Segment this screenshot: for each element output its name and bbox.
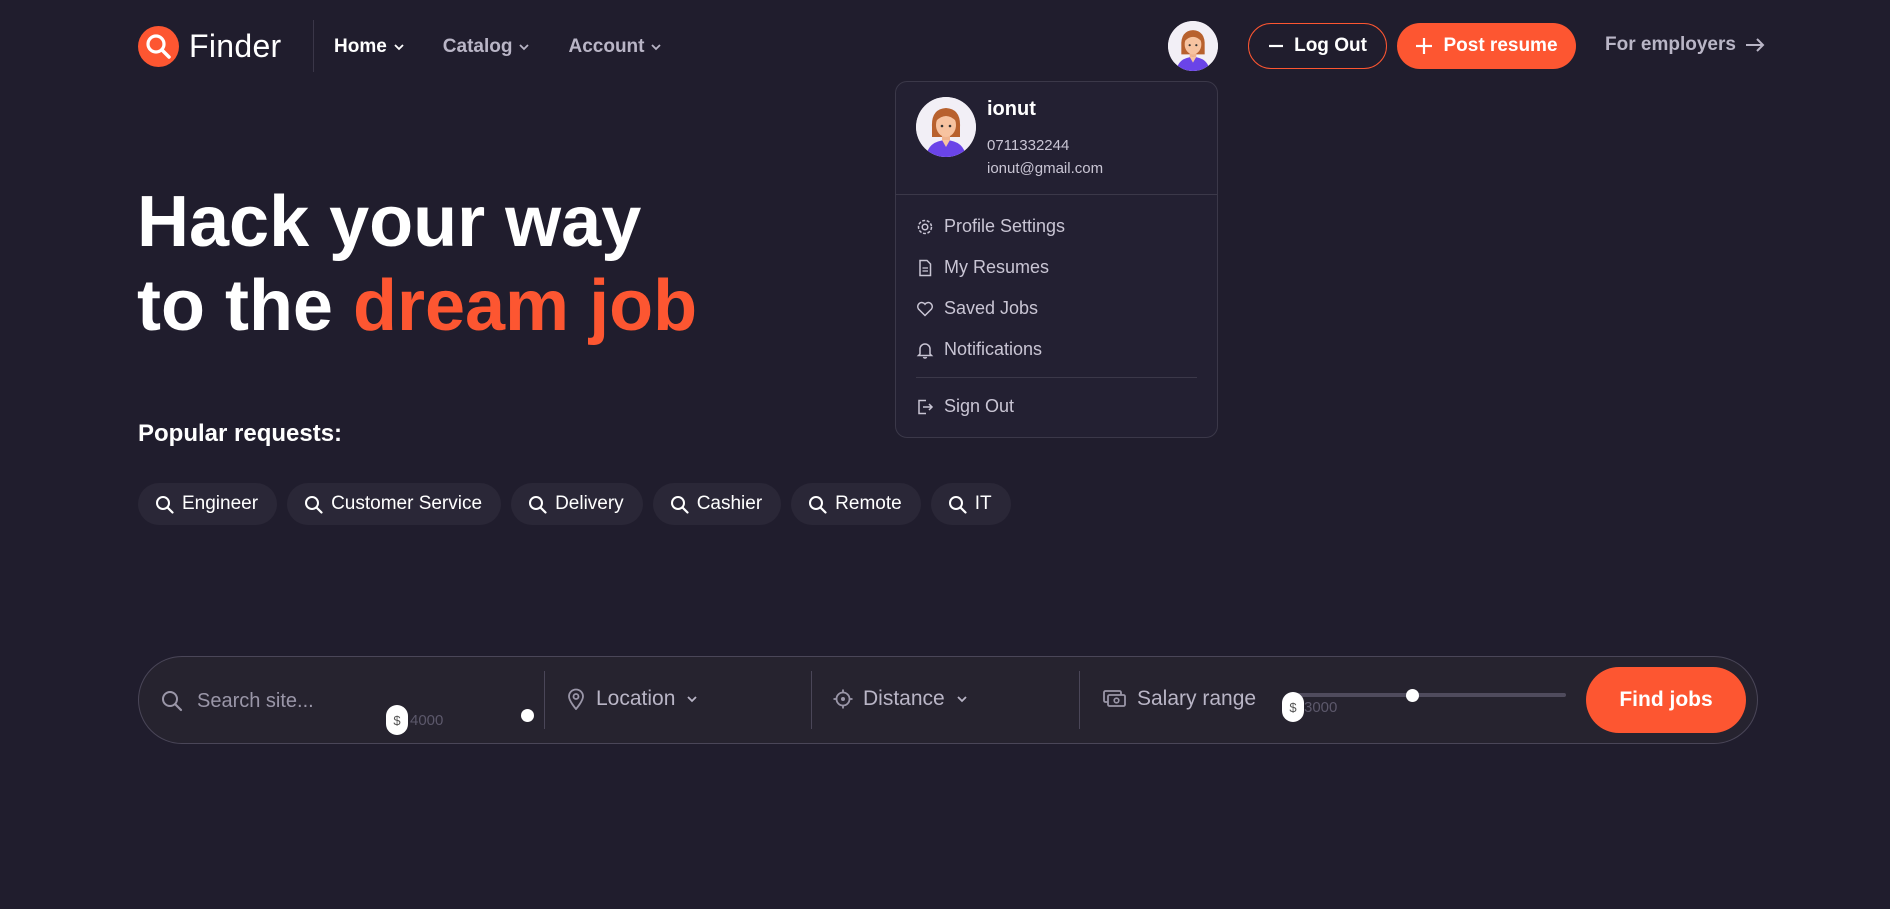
menu-sign-out-label: Sign Out xyxy=(944,396,1015,416)
price-slider-max-handle[interactable] xyxy=(521,709,534,722)
tag-label: Cashier xyxy=(696,493,763,514)
hero-heading: Hack your way to the dream job xyxy=(137,180,697,348)
salary-slider-max-handle[interactable] xyxy=(1406,689,1419,702)
dropdown-email: ionut@gmail.com xyxy=(987,160,1104,177)
chevron-down-icon xyxy=(651,44,662,51)
salary-range-label: Salary range xyxy=(1137,687,1257,710)
location-select[interactable]: Location xyxy=(566,687,699,711)
popular-tags: Engineer Customer Service Delivery Cashi… xyxy=(138,483,1011,525)
search-divider xyxy=(811,671,812,729)
minus-icon xyxy=(1269,44,1284,48)
search-icon xyxy=(162,691,183,712)
map-pin-icon xyxy=(568,688,584,710)
dropdown-divider-2 xyxy=(916,377,1197,378)
bell-icon xyxy=(916,342,934,359)
search-divider xyxy=(1079,671,1080,729)
main-nav: Home Catalog Account xyxy=(334,36,700,58)
tag-delivery[interactable]: Delivery xyxy=(511,483,643,525)
popular-requests-title: Popular requests: xyxy=(138,420,343,447)
nav-catalog-label: Catalog xyxy=(442,36,513,57)
nav-home-label: Home xyxy=(334,36,387,57)
find-jobs-button[interactable]: Find jobs xyxy=(1586,667,1746,733)
for-employers-label: For employers xyxy=(1605,34,1736,55)
cash-icon xyxy=(1103,690,1126,707)
search-icon xyxy=(948,495,967,514)
salary-range-label-group: Salary range xyxy=(1103,687,1256,711)
account-dropdown: ionut 0711332244 ionut@gmail.com Profile… xyxy=(895,81,1218,438)
dropdown-avatar xyxy=(916,97,976,157)
for-employers-link[interactable]: For employers xyxy=(1605,34,1765,56)
post-resume-button[interactable]: Post resume xyxy=(1397,23,1576,69)
target-icon xyxy=(833,689,853,709)
arrow-right-icon xyxy=(1745,38,1765,52)
hero-line-1: Hack your way xyxy=(137,182,642,262)
tag-label: Remote xyxy=(835,493,902,514)
salary-slider-value: 3000 xyxy=(1304,698,1338,716)
dropdown-divider xyxy=(896,194,1217,195)
menu-my-resumes[interactable]: My Resumes xyxy=(916,257,1049,278)
user-avatar[interactable] xyxy=(1168,21,1218,71)
search-input[interactable] xyxy=(197,683,397,719)
dropdown-phone: 0711332244 xyxy=(987,137,1070,154)
search-icon xyxy=(156,495,174,514)
gear-icon xyxy=(917,219,933,234)
chevron-down-icon xyxy=(957,696,967,703)
heart-icon xyxy=(917,301,933,317)
logout-button[interactable]: Log Out xyxy=(1248,23,1387,69)
nav-catalog[interactable]: Catalog xyxy=(443,36,531,58)
search-icon xyxy=(670,495,689,514)
tag-label: Customer Service xyxy=(331,493,483,514)
hero-accent-text: dream job xyxy=(352,266,698,346)
search-divider xyxy=(544,671,545,729)
salary-slider-handle[interactable]: $ xyxy=(1282,692,1304,722)
file-icon xyxy=(919,259,932,276)
chevron-down-icon xyxy=(687,696,698,703)
distance-select[interactable]: Distance xyxy=(833,687,969,711)
menu-sign-out[interactable]: Sign Out xyxy=(916,396,1014,417)
menu-profile-settings-label: Profile Settings xyxy=(944,216,1066,236)
tag-label: Engineer xyxy=(182,493,259,514)
dropdown-username: ionut xyxy=(987,98,1036,120)
plus-icon xyxy=(1416,38,1433,54)
tag-label: Delivery xyxy=(555,493,624,514)
logout-label: Log Out xyxy=(1294,35,1367,56)
search-icon xyxy=(305,495,323,514)
menu-saved-jobs-label: Saved Jobs xyxy=(944,298,1039,318)
distance-label: Distance xyxy=(863,687,945,710)
hero-line-2: to the dream job xyxy=(137,264,697,348)
nav-account[interactable]: Account xyxy=(568,36,662,58)
chevron-down-icon xyxy=(394,44,404,51)
nav-home[interactable]: Home xyxy=(334,36,405,58)
header-divider xyxy=(313,20,314,72)
logo-text: Finder xyxy=(189,28,282,64)
menu-notifications[interactable]: Notifications xyxy=(916,339,1042,360)
price-slider-handle[interactable]: $ xyxy=(386,705,408,735)
tag-engineer[interactable]: Engineer xyxy=(138,483,278,525)
salary-slider-min[interactable]: $ 3000 xyxy=(1282,692,1337,722)
price-slider-value: 4000 xyxy=(410,711,444,729)
menu-saved-jobs[interactable]: Saved Jobs xyxy=(916,298,1038,319)
tag-remote[interactable]: Remote xyxy=(791,483,921,525)
search-icon xyxy=(809,495,827,514)
location-label: Location xyxy=(596,687,676,710)
logo-search-icon xyxy=(138,26,179,67)
sign-out-icon xyxy=(918,399,934,414)
price-slider[interactable]: $ 4000 xyxy=(386,705,443,735)
tag-label: IT xyxy=(974,493,992,514)
tag-it[interactable]: IT xyxy=(930,483,1011,525)
nav-account-label: Account xyxy=(568,36,645,57)
logo[interactable]: Finder xyxy=(138,26,282,67)
menu-profile-settings[interactable]: Profile Settings xyxy=(916,216,1065,237)
tag-customer-service[interactable]: Customer Service xyxy=(287,483,502,525)
post-resume-label: Post resume xyxy=(1443,35,1558,56)
tag-cashier[interactable]: Cashier xyxy=(652,483,782,525)
search-icon xyxy=(529,495,547,514)
menu-notifications-label: Notifications xyxy=(944,339,1043,359)
job-search-bar: $ 4000 Location Distance Salary range $ … xyxy=(138,656,1758,744)
hero-line-2-prefix: to the xyxy=(137,266,353,346)
chevron-down-icon xyxy=(519,44,530,51)
menu-my-resumes-label: My Resumes xyxy=(944,257,1050,277)
